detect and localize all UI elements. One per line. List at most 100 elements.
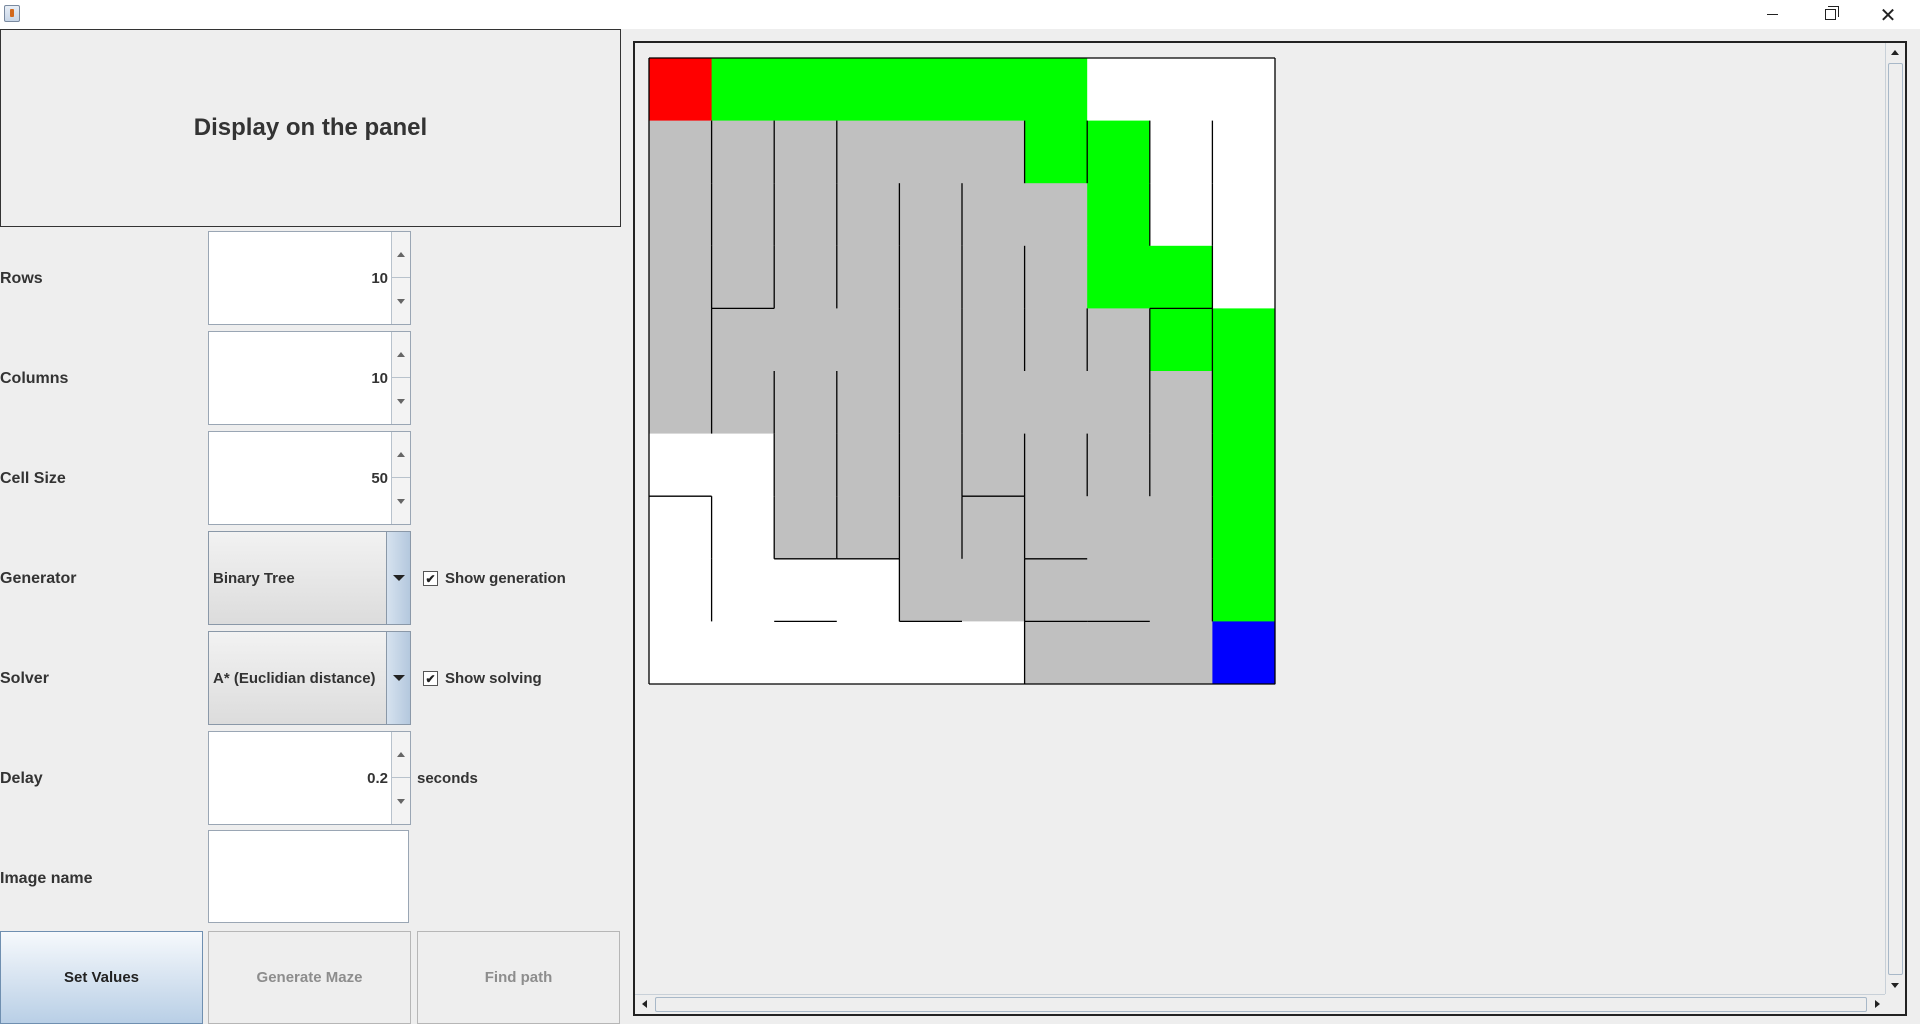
- maze-cell: [774, 371, 838, 435]
- maze-cell: [1149, 496, 1213, 560]
- show-solving-checkbox[interactable]: ✔ Show solving: [423, 670, 542, 687]
- maze-cell: [962, 183, 1026, 247]
- find-path-button[interactable]: Find path: [417, 931, 620, 1024]
- scroll-right-icon[interactable]: [1875, 1000, 1880, 1008]
- maze-cell: [1024, 558, 1088, 622]
- maze-cell: [899, 496, 963, 560]
- arrow-down-icon: [397, 298, 405, 304]
- maze-cell: [1212, 58, 1276, 122]
- maze-cell: [1087, 183, 1151, 247]
- columns-increment-button[interactable]: [392, 332, 410, 378]
- maze-cell: [1024, 371, 1088, 435]
- maze-cell: [649, 120, 713, 184]
- maze-cell: [836, 558, 900, 622]
- maze-cell: [899, 245, 963, 309]
- generator-label: Generator: [0, 570, 77, 587]
- maze-cell: [649, 58, 713, 122]
- maze-cell: [649, 558, 713, 622]
- rows-label: Rows: [0, 270, 43, 287]
- rows-spinner[interactable]: 10: [208, 231, 411, 325]
- maze-cell: [774, 58, 838, 122]
- maze-cell: [836, 120, 900, 184]
- cell-size-decrement-button[interactable]: [392, 478, 410, 524]
- generator-selected-value: Binary Tree: [213, 569, 295, 587]
- maze-cell: [1149, 308, 1213, 372]
- restore-button[interactable]: [1807, 0, 1853, 29]
- maze-scroll-pane: [633, 41, 1907, 1016]
- vertical-scrollbar[interactable]: [1885, 43, 1905, 995]
- maze-cell: [836, 371, 900, 435]
- maze-cell: [711, 371, 775, 435]
- cell-size-spinner-arrows: [391, 432, 410, 524]
- delay-increment-button[interactable]: [392, 732, 410, 778]
- rows-value[interactable]: 10: [371, 232, 388, 324]
- maze-cell: [1024, 433, 1088, 497]
- maze-cell: [962, 371, 1026, 435]
- generator-select[interactable]: Binary Tree: [208, 531, 411, 625]
- solver-select[interactable]: A* (Euclidian distance): [208, 631, 411, 725]
- minimize-button[interactable]: [1749, 0, 1795, 29]
- show-generation-checkbox[interactable]: ✔ Show generation: [423, 570, 566, 587]
- checkbox-checked-icon[interactable]: ✔: [423, 571, 438, 586]
- maze-cell: [1212, 120, 1276, 184]
- maze-cell: [1087, 308, 1151, 372]
- generate-maze-button[interactable]: Generate Maze: [208, 931, 411, 1024]
- cell-size-value[interactable]: 50: [371, 432, 388, 524]
- delay-spinner[interactable]: 0.2: [208, 731, 411, 825]
- columns-decrement-button[interactable]: [392, 378, 410, 424]
- maze-cell: [711, 558, 775, 622]
- solver-dropdown-button[interactable]: [386, 632, 410, 724]
- java-app-icon: [4, 5, 20, 22]
- columns-spinner[interactable]: 10: [208, 331, 411, 425]
- maze-cell: [1024, 120, 1088, 184]
- maze-cell: [1024, 183, 1088, 247]
- delay-value[interactable]: 0.2: [367, 732, 388, 824]
- cell-size-increment-button[interactable]: [392, 432, 410, 478]
- solver-label: Solver: [0, 670, 49, 687]
- vertical-scroll-thumb[interactable]: [1888, 63, 1903, 975]
- rows-decrement-button[interactable]: [392, 278, 410, 324]
- maze-cell: [962, 245, 1026, 309]
- scroll-left-icon[interactable]: [642, 1000, 647, 1008]
- scrollbar-corner: [1885, 994, 1905, 1014]
- rows-increment-button[interactable]: [392, 232, 410, 278]
- maze-cell: [1087, 58, 1151, 122]
- maze-cell: [1149, 621, 1213, 685]
- maze-cell: [774, 496, 838, 560]
- horizontal-scrollbar[interactable]: [635, 994, 1887, 1014]
- maze-cell: [1087, 120, 1151, 184]
- maze-cell: [1087, 433, 1151, 497]
- delay-label: Delay: [0, 770, 43, 787]
- maze-cell: [1149, 183, 1213, 247]
- maze-cell: [649, 371, 713, 435]
- set-values-button[interactable]: Set Values: [0, 931, 203, 1024]
- close-button[interactable]: ✕: [1865, 0, 1911, 29]
- maze-cell: [899, 183, 963, 247]
- close-icon: ✕: [1879, 2, 1897, 27]
- columns-value[interactable]: 10: [371, 332, 388, 424]
- checkbox-checked-icon[interactable]: ✔: [423, 671, 438, 686]
- generator-dropdown-button[interactable]: [386, 532, 410, 624]
- maze-cell: [836, 58, 900, 122]
- maze-cell: [711, 58, 775, 122]
- maze-cell: [711, 621, 775, 685]
- columns-spinner-arrows: [391, 332, 410, 424]
- maze-cell: [1212, 621, 1276, 685]
- minimize-icon: [1766, 14, 1778, 15]
- image-name-input[interactable]: [208, 830, 409, 923]
- scroll-down-icon[interactable]: [1891, 983, 1899, 988]
- maze-canvas: [648, 57, 1276, 685]
- cell-size-spinner[interactable]: 50: [208, 431, 411, 525]
- chevron-down-icon: [392, 675, 405, 681]
- maze-cell: [962, 433, 1026, 497]
- horizontal-scroll-thumb[interactable]: [655, 997, 1867, 1012]
- scroll-up-icon[interactable]: [1891, 50, 1899, 55]
- maze-cell: [962, 308, 1026, 372]
- maze-cell: [649, 245, 713, 309]
- maze-cell: [649, 433, 713, 497]
- maze-cell: [836, 496, 900, 560]
- maze-cell: [962, 621, 1026, 685]
- arrow-up-icon: [397, 352, 405, 357]
- delay-decrement-button[interactable]: [392, 778, 410, 824]
- display-on-panel-button[interactable]: Display on the panel: [0, 29, 621, 227]
